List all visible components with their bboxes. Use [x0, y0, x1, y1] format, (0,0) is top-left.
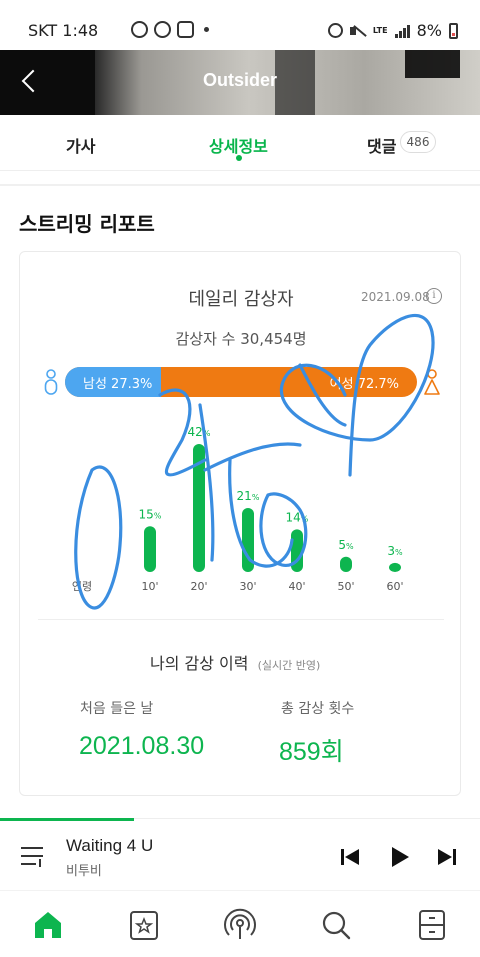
battery-text: 8% — [416, 21, 442, 40]
card-separator — [38, 619, 444, 620]
podcast-icon[interactable] — [220, 905, 260, 945]
tab-lyrics[interactable]: 가사 — [66, 133, 95, 157]
home-icon[interactable] — [28, 905, 68, 945]
daily-listeners-card: 데일리 감상자 2021.09.08 i 감상자 수 30,454명 남성 27… — [19, 251, 461, 796]
age-tick-label: 30' — [239, 580, 256, 593]
male-icon — [44, 369, 58, 395]
age-tick-label: 60' — [386, 580, 403, 593]
history-subtitle: (실시간 반영) — [257, 659, 321, 672]
alarm-icon — [327, 23, 343, 38]
female-ratio-label: 여성 72.7% — [329, 377, 399, 392]
tab-details[interactable]: 상세정보 — [209, 133, 268, 157]
now-playing-artist[interactable]: 비투비 — [66, 860, 102, 879]
female-icon — [424, 369, 440, 395]
age-bar — [242, 508, 254, 572]
bar-value-label: 3% — [387, 544, 403, 558]
age-tick-label: 40' — [288, 580, 305, 593]
playlist-icon[interactable] — [21, 845, 47, 867]
talk-notification-icon — [154, 21, 171, 38]
mini-player[interactable]: Waiting 4 U 비투비 — [0, 818, 480, 890]
age-bar — [340, 556, 352, 572]
mute-icon — [349, 24, 366, 38]
bar-value-label: 42% — [188, 425, 211, 439]
more-notifications-icon — [204, 27, 209, 32]
status-bar: SKT 1:48 LTE 8% — [0, 0, 480, 50]
battery-icon — [449, 22, 458, 39]
notification-app-icon — [131, 21, 148, 38]
gender-ratio-bar: 남성 27.3% 여성 72.7% — [65, 367, 417, 397]
report-date: 2021.09.08 — [361, 290, 430, 304]
comment-count-badge: 486 — [400, 131, 436, 153]
age-bar — [193, 444, 205, 572]
age-tick-label: 50' — [337, 580, 354, 593]
bottom-navigation — [0, 890, 480, 957]
signal-icon — [394, 24, 410, 38]
listener-count: 감상자 수 30,454명 — [175, 330, 307, 348]
age-bar — [291, 529, 303, 572]
male-ratio-label: 남성 27.3% — [83, 377, 153, 392]
play-icon[interactable] — [387, 845, 411, 869]
search-icon[interactable] — [316, 905, 356, 945]
history-title-text: 나의 감상 이력 — [150, 654, 249, 673]
age-tick-label: 10' — [141, 580, 158, 593]
bar-value-label: 21% — [237, 489, 260, 503]
next-track-icon[interactable] — [435, 845, 459, 869]
status-time: SKT 1:48 — [28, 21, 99, 40]
active-tab-indicator — [236, 155, 242, 161]
now-playing-title[interactable]: Waiting 4 U — [66, 836, 153, 856]
total-plays-value: 859회 — [279, 738, 344, 766]
song-header: Outsider — [0, 50, 480, 115]
notification-icons — [131, 21, 209, 38]
first-listen-label: 처음 들은 날 — [80, 701, 154, 717]
age-distribution-chart: 연령 15% 10' 42% 20' 21% 30' 14% 40' 5% 50' 3% 60' — [72, 425, 404, 593]
library-icon[interactable] — [412, 905, 452, 945]
age-tick-label: 20' — [190, 580, 207, 593]
bar-value-label: 14% — [286, 510, 309, 524]
x-axis-label: 연령 — [72, 580, 92, 593]
page-title: Outsider — [202, 70, 277, 90]
bar-value-label: 15% — [139, 507, 162, 521]
tab-comments[interactable]: 댓글 — [367, 133, 396, 157]
first-listen-value: 2021.08.30 — [79, 732, 205, 760]
system-indicators: LTE 8% — [327, 21, 458, 40]
my-music-icon[interactable] — [124, 905, 164, 945]
info-icon[interactable]: i — [426, 288, 442, 304]
age-bar — [389, 562, 401, 572]
bar-value-label: 5% — [338, 538, 354, 552]
section-divider — [0, 184, 480, 186]
total-plays-label: 총 감상 횟수 — [281, 701, 355, 717]
playback-progress-bar[interactable] — [0, 818, 135, 821]
network-type: LTE — [372, 25, 388, 35]
listening-history-title: 나의 감상 이력 (실시간 반영) — [150, 650, 320, 674]
streaming-report-title: 스트리밍 리포트 — [19, 212, 155, 236]
previous-track-icon[interactable] — [338, 845, 362, 869]
age-bar — [144, 526, 156, 572]
app-notification-icon — [177, 21, 194, 38]
